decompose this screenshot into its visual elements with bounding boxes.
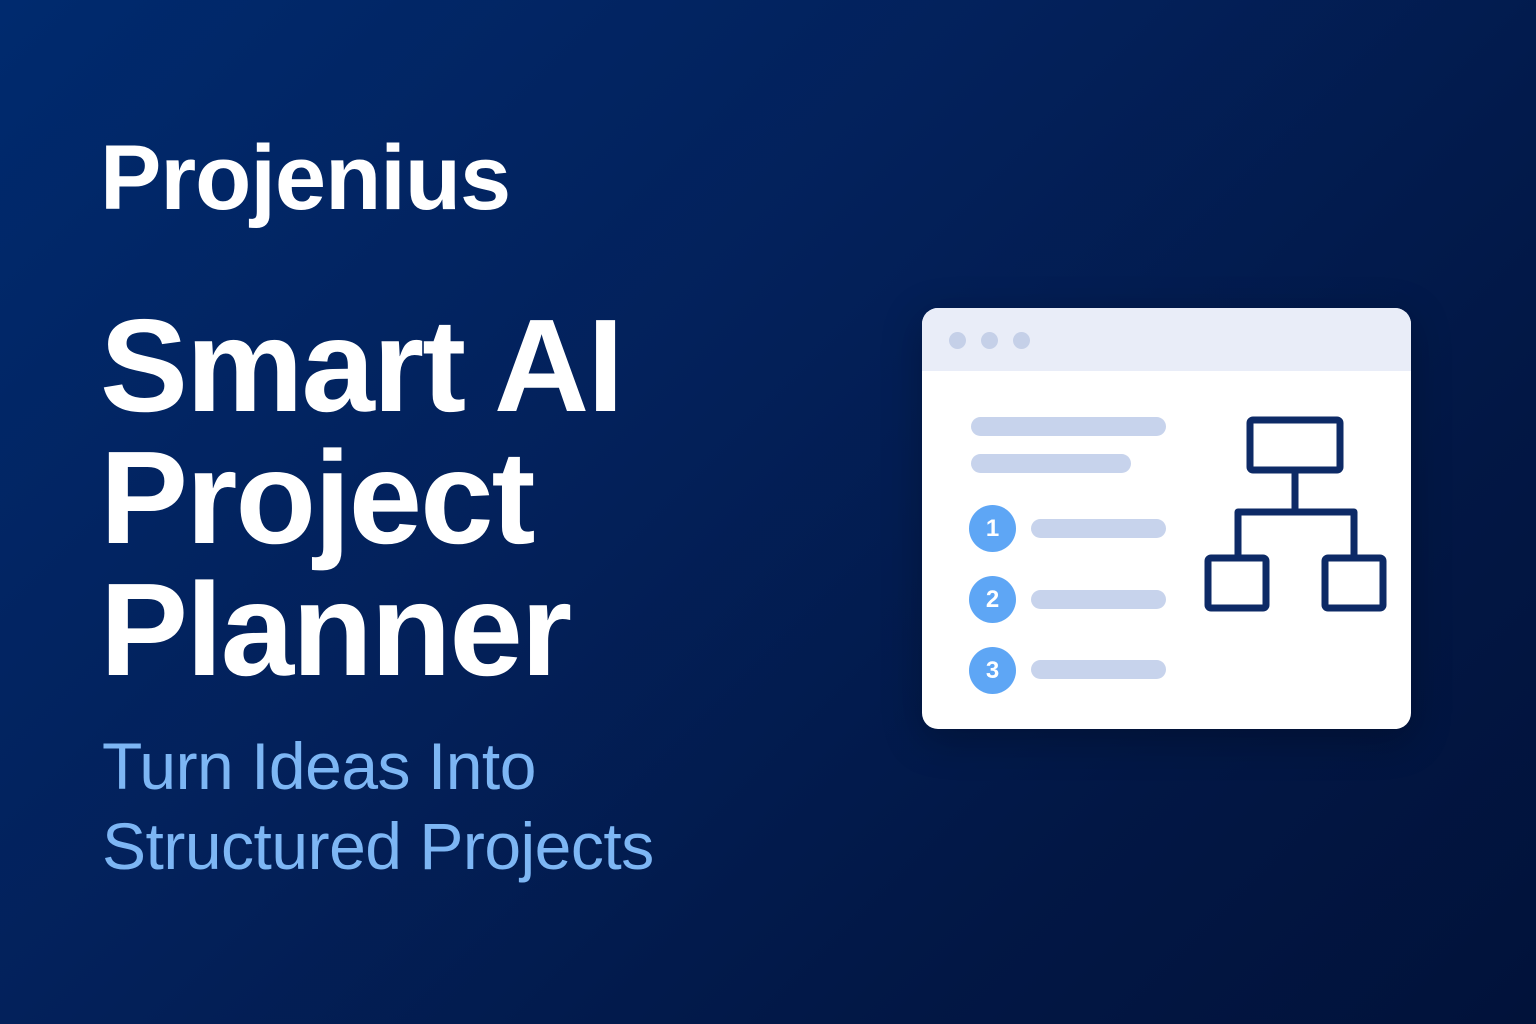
headline-line-1: Smart AI [100,292,624,439]
step-placeholder-bar [1031,519,1166,538]
step-badge: 2 [969,576,1016,623]
headline-line-3: Planner [100,556,572,703]
text-placeholder-bar [971,417,1166,436]
window-dot-icon [981,332,998,349]
window-titlebar [922,308,1411,371]
hierarchy-icon [1204,416,1387,612]
headline: Smart AI Project Planner [100,292,624,703]
window-dot-icon [1013,332,1030,349]
brand-name: Projenius [100,127,511,229]
text-placeholder-bar [971,454,1131,473]
tagline-line-1: Turn Ideas Into [102,729,536,803]
headline-line-2: Project [100,424,535,571]
step-badge: 1 [969,505,1016,552]
app-window-illustration: 1 2 3 [922,308,1411,729]
step-placeholder-bar [1031,590,1166,609]
tagline-line-2: Structured Projects [102,809,654,883]
tagline: Turn Ideas Into Structured Projects [102,726,654,886]
step-badge: 3 [969,647,1016,694]
window-dot-icon [949,332,966,349]
step-placeholder-bar [1031,660,1166,679]
